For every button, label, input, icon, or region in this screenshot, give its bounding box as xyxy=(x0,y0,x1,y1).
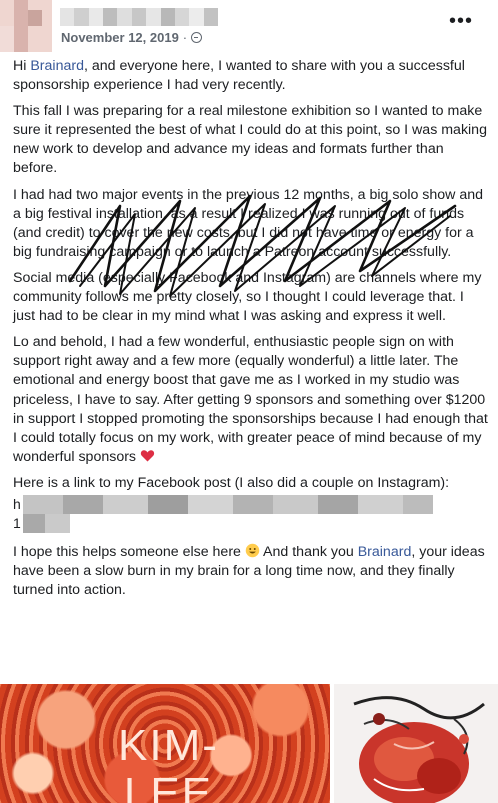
text: And thank you xyxy=(259,543,358,560)
paragraph-7: I hope this helps someone else here And … xyxy=(13,543,488,600)
mention-link[interactable]: Brainard xyxy=(30,58,84,74)
globe-icon xyxy=(191,32,203,43)
mention-link[interactable]: Brainard xyxy=(358,544,412,560)
facebook-post-link-blurred[interactable]: h 1 xyxy=(13,494,488,535)
link-start-char: 1 xyxy=(13,513,23,533)
paragraph-2: This fall I was preparing for a real mil… xyxy=(13,103,487,177)
paragraph-6: Here is a link to my Facebook post (I al… xyxy=(13,474,450,491)
artwork-illustration xyxy=(353,696,485,803)
text: Lo and behold, I had a few wonderful, en… xyxy=(13,334,488,465)
red-heart-icon xyxy=(140,450,155,462)
poster-title: KIM- LEE xyxy=(118,721,219,803)
post-body: Hi Brainard, and everyone here, I wanted… xyxy=(13,57,488,607)
paragraph-5: Lo and behold, I had a few wonderful, en… xyxy=(13,333,488,467)
exhibition-poster-image[interactable]: KIM- LEE xyxy=(0,684,330,803)
paragraph-3: I had had two major events in the previo… xyxy=(13,186,484,260)
artwork-image[interactable] xyxy=(334,684,498,803)
text: Hi xyxy=(13,58,31,74)
more-options-icon[interactable]: ••• xyxy=(449,11,473,31)
author-name-blurred[interactable] xyxy=(60,8,218,26)
avatar[interactable] xyxy=(0,0,52,52)
link-start-char: h xyxy=(13,494,23,514)
meta-separator: · xyxy=(182,30,188,45)
paragraph-1: Hi Brainard, and everyone here, I wanted… xyxy=(13,57,488,95)
smiling-face-icon xyxy=(245,543,260,558)
post-date[interactable]: November 12, 2019 xyxy=(61,30,179,45)
post-meta: November 12, 2019 · xyxy=(61,30,203,45)
paragraph-4: Social media (especially Facebook and In… xyxy=(13,269,482,325)
text: I hope this helps someone else here xyxy=(13,543,245,560)
